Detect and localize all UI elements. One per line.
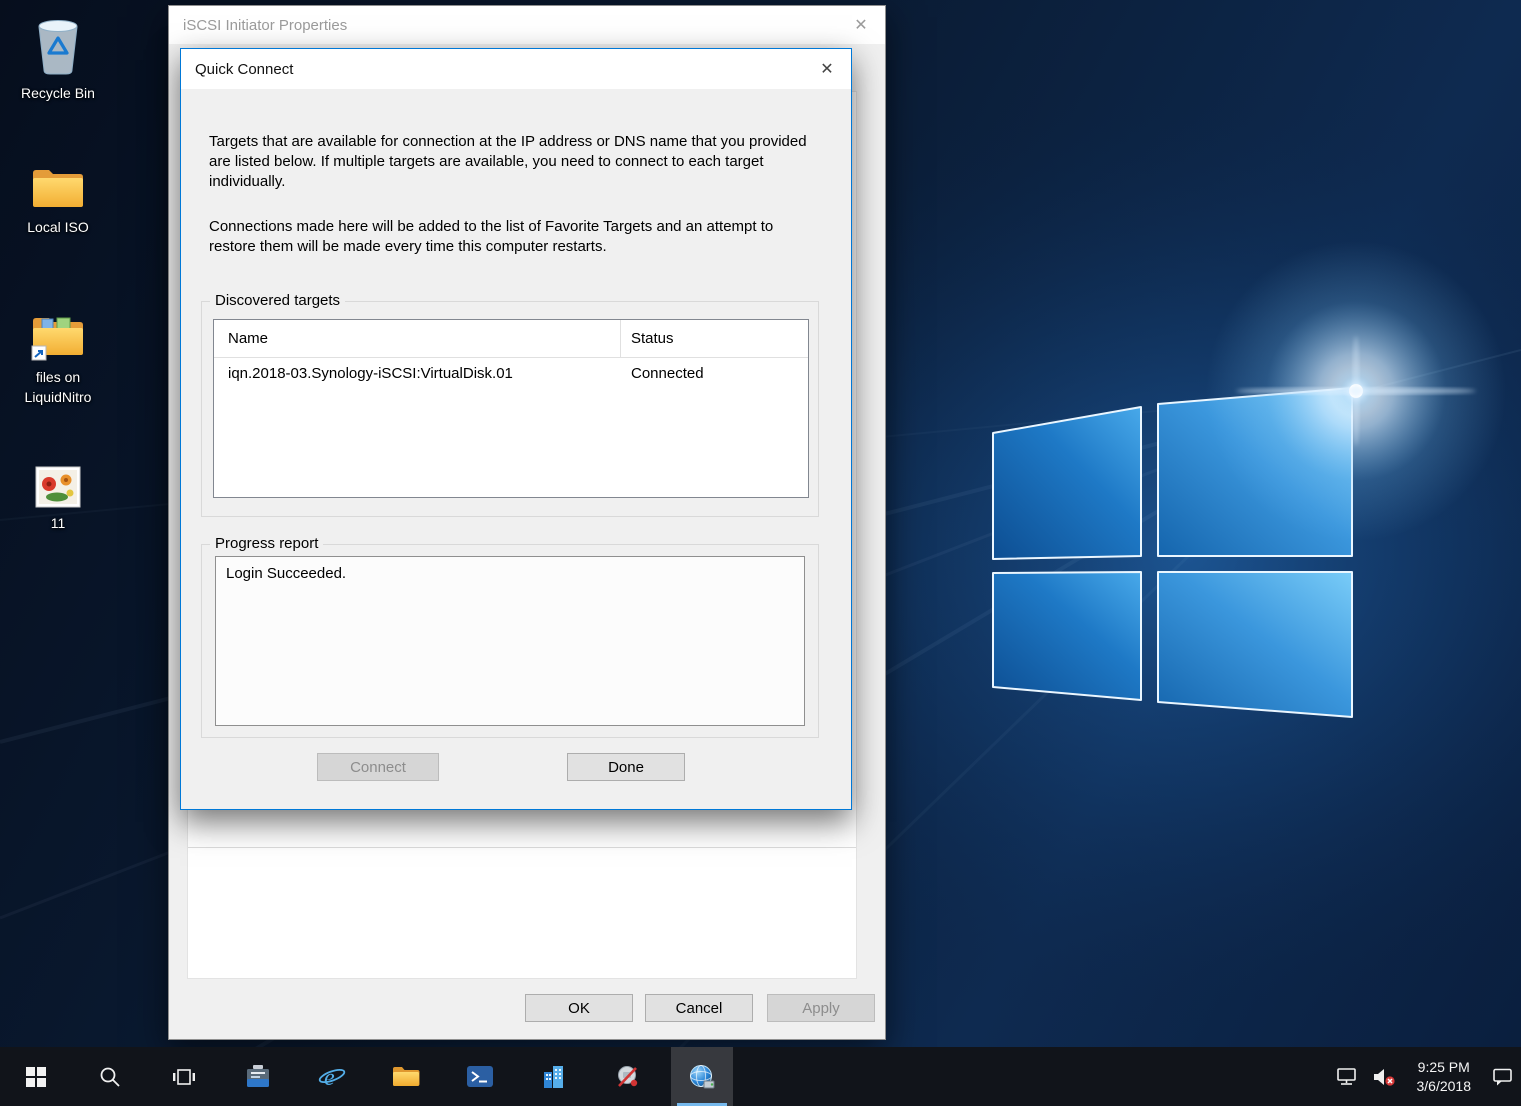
svg-text:e: e	[324, 1065, 335, 1091]
quick-connect-description: Targets that are available for connectio…	[209, 133, 807, 190]
target-status: Connected	[631, 365, 704, 382]
recycle-bin-icon	[38, 20, 78, 75]
taskbar-clock[interactable]: 9:25 PM 3/6/2018	[1417, 1058, 1472, 1096]
taskbar: e 9:25 PM 3/6/2018	[0, 1047, 1521, 1106]
discovered-targets-list[interactable]: Name Status iqn.2018-03.Synology-iSCSI:V…	[213, 319, 809, 498]
desktop-icon-label: 11	[50, 515, 66, 531]
desktop-icon-local-iso[interactable]: Local ISO	[6, 164, 110, 237]
task-view-icon	[173, 1068, 195, 1085]
discovered-targets-group: Discovered targets Name Status iqn.2018-…	[201, 292, 819, 517]
photo-thumbnail-icon	[35, 466, 81, 508]
desktop-icon-label: Local ISO	[27, 219, 89, 235]
folder-icon	[33, 170, 83, 207]
windows-logo-icon	[26, 1066, 46, 1087]
content-divider	[188, 847, 856, 848]
search-button[interactable]	[79, 1047, 141, 1106]
volume-muted-icon[interactable]	[1371, 1067, 1397, 1087]
desktop-icon-files-on-liquidnitro[interactable]: files on LiquidNitro	[6, 312, 110, 408]
list-header: Name Status	[214, 320, 808, 358]
desktop-icon-label: files on LiquidNitro	[24, 369, 92, 406]
parent-window-title: iSCSI Initiator Properties	[183, 16, 348, 34]
start-button[interactable]	[5, 1047, 67, 1106]
column-divider	[620, 320, 621, 357]
quick-connect-close-icon[interactable]: ✕	[803, 49, 851, 89]
clock-time: 9:25 PM	[1417, 1058, 1470, 1075]
connect-button: Connect	[317, 753, 439, 781]
network-icon[interactable]	[1335, 1067, 1359, 1087]
desktop-icon-recycle-bin[interactable]: Recycle Bin	[6, 14, 110, 103]
clock-date: 3/6/2018	[1416, 1077, 1472, 1094]
buildings-app-button[interactable]	[523, 1047, 585, 1106]
task-view-button[interactable]	[153, 1047, 215, 1106]
disconnect-app-button[interactable]	[597, 1047, 659, 1106]
iscsi-initiator-taskbar-button[interactable]	[671, 1047, 733, 1106]
parent-window-titlebar[interactable]: iSCSI Initiator Properties ✕	[169, 6, 885, 44]
taskbar-buttons: e	[5, 1047, 745, 1106]
buildings-icon	[544, 1065, 563, 1088]
progress-report-label: Progress report	[210, 535, 324, 552]
desktop: Recycle Bin Local ISO files on LiquidNit…	[0, 0, 1521, 1106]
quick-connect-title: Quick Connect	[195, 60, 294, 78]
internet-explorer-button[interactable]: e	[301, 1047, 363, 1106]
column-header-status: Status	[631, 330, 674, 347]
progress-report-box: Login Succeeded.	[215, 556, 805, 726]
file-explorer-icon	[393, 1067, 420, 1086]
file-explorer-button[interactable]	[375, 1047, 437, 1106]
search-icon	[100, 1067, 120, 1087]
apply-button: Apply	[767, 994, 875, 1022]
column-header-name: Name	[228, 330, 269, 347]
cancel-button[interactable]: Cancel	[645, 994, 753, 1022]
ok-button[interactable]: OK	[525, 994, 633, 1022]
internet-explorer-icon: e	[318, 1065, 346, 1091]
target-row[interactable]: iqn.2018-03.Synology-iSCSI:VirtualDisk.0…	[214, 358, 808, 390]
system-tray: 9:25 PM 3/6/2018	[1335, 1047, 1516, 1106]
powershell-icon	[467, 1066, 493, 1087]
quick-connect-titlebar[interactable]: Quick Connect ✕	[181, 49, 851, 89]
powershell-button[interactable]	[449, 1047, 511, 1106]
progress-report-group: Progress report Login Succeeded.	[201, 535, 819, 738]
desktop-icon-11[interactable]: 11	[6, 466, 110, 533]
parent-close-icon[interactable]: ✕	[837, 6, 885, 44]
folder-shortcut-icon	[31, 317, 83, 361]
server-manager-button[interactable]	[227, 1047, 289, 1106]
server-manager-icon	[247, 1064, 269, 1087]
iscsi-initiator-icon	[690, 1064, 715, 1088]
disconnect-icon	[618, 1065, 638, 1087]
desktop-icon-label: Recycle Bin	[21, 85, 95, 101]
target-name: iqn.2018-03.Synology-iSCSI:VirtualDisk.0…	[228, 365, 513, 382]
progress-report-text: Login Succeeded.	[226, 565, 347, 582]
quick-connect-favorites-note: Connections made here will be added to t…	[209, 218, 774, 255]
done-button[interactable]: Done	[567, 753, 685, 781]
quick-connect-dialog: Quick Connect ✕ Targets that are availab…	[180, 48, 852, 810]
action-center-icon[interactable]	[1491, 1067, 1515, 1087]
discovered-targets-label: Discovered targets	[210, 292, 346, 309]
